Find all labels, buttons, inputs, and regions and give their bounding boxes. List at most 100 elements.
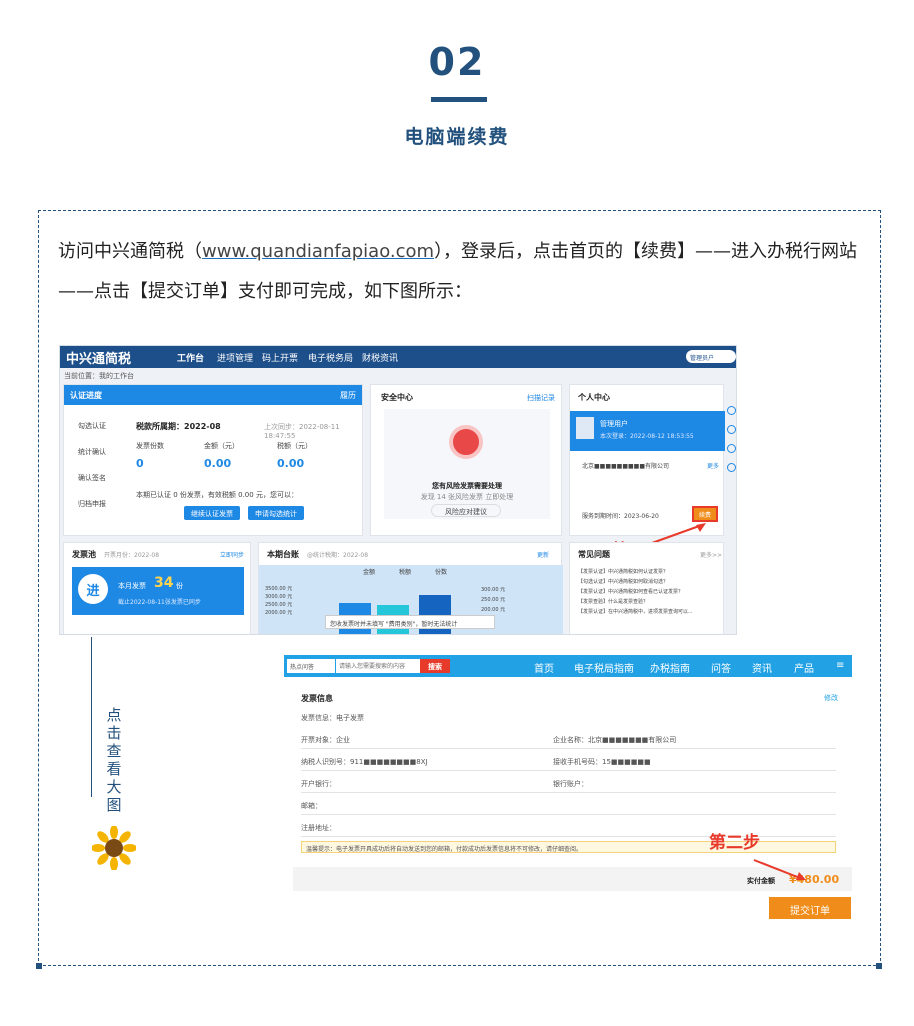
top-navbar	[60, 346, 736, 368]
edit-link[interactable]: 修改	[824, 693, 838, 703]
faq-more[interactable]: 更多>>	[700, 550, 722, 559]
step2-arrow	[753, 859, 806, 880]
section-number: 02	[428, 40, 486, 84]
screenshot-order: 热点问答 搜索 首页 电子税局指南 办税指南 问答 资讯 产品 ≡ 发票信息 修…	[284, 655, 852, 895]
invoice-pool-card: 发票池 开票月份：2022-08 立即同步 进 本月发票 34 份 截止2022…	[63, 542, 251, 634]
security-card: 安全中心 扫描记录 您有风险发票需要处理 发现 14 张风险发票 立即处理 风险…	[370, 384, 562, 536]
y2-axis: 300.00 元 250.00 元 200.00 元	[481, 587, 506, 613]
sunflower-icon	[92, 826, 136, 870]
risk-advice-button[interactable]: 风险应对建议	[431, 504, 501, 517]
section-title: 电脑端续费	[404, 126, 510, 148]
ledger-refresh[interactable]: 更新	[537, 550, 549, 559]
breadcrumb: 当前位置：我的工作台	[64, 372, 134, 380]
last-login: 本次登录：2022-08-12 18:53:55	[600, 433, 694, 440]
last-sync: 上次同步：2022-08-11 18:47:55	[264, 423, 340, 440]
company-name: 北京■■■■■■■■■有限公司	[582, 463, 670, 470]
user-name: 管理用户	[600, 420, 628, 428]
ledger-title: 本期台账	[267, 550, 299, 559]
y-axis: 3500.00 元 3000.00 元 2500.00 元 2000.00 元	[265, 586, 293, 616]
legend-amount: 金额	[363, 569, 376, 576]
invoice-count: 34	[154, 575, 174, 591]
faq-item[interactable]: 【发票认证】在中兴通简税中，进项发票查询可以...	[578, 607, 723, 617]
nav-home[interactable]: 首页	[534, 660, 554, 675]
nav-input-mgmt[interactable]: 进项管理	[217, 351, 253, 364]
faq-item[interactable]: 【发票认证】中兴通简税如何认证发票？	[578, 567, 723, 577]
val-tax: 0.00	[277, 457, 305, 470]
search-category-select[interactable]: 热点问答	[287, 659, 335, 673]
col-count: 发票份数	[136, 442, 164, 450]
enter-button[interactable]: 进	[78, 574, 108, 604]
val-count: 0	[136, 457, 144, 470]
col-amount: 金额（元）	[204, 442, 239, 450]
step2-label: 第二步	[709, 833, 760, 853]
submit-order-button[interactable]: 提交订单	[769, 897, 851, 919]
step-3[interactable]: 确认签名	[78, 473, 106, 483]
divider-line	[91, 637, 92, 797]
intro-paragraph: 访问中兴通简税（www.quandianfapiao.com），登录后，点击首页…	[58, 241, 858, 302]
col-tax: 税额（元）	[277, 442, 312, 450]
nav-tax-guide[interactable]: 办税指南	[650, 660, 690, 675]
nav-invoice[interactable]: 码上开票	[262, 351, 298, 364]
screenshot-dashboard: 中兴通简税 工作台 进项管理 码上开票 电子税务局 财税资讯 管理员户 当前位置…	[59, 345, 737, 635]
personal-title: 个人中心	[578, 393, 610, 402]
ledger-card: 本期台账 @统计税期：2022-08 更新 金额 税额 份数 3500.00 元…	[258, 542, 563, 634]
invoice-pool-title: 发票池	[72, 550, 96, 559]
security-title: 安全中心	[381, 393, 413, 402]
auth-note: 本期已认证 0 份发票，有效税额 0.00 元，您可以：	[136, 491, 298, 499]
form-row: 邮箱：	[301, 795, 836, 815]
risk-sub[interactable]: 发现 14 张风险发票 立即处理	[371, 492, 563, 502]
faq-item[interactable]: 【发票查验】什么是发票查验？	[578, 597, 723, 607]
nav-news[interactable]: 资讯	[752, 660, 772, 675]
step-2[interactable]: 统计确认	[78, 447, 106, 457]
view-large-label[interactable]: 点击查看大图	[104, 706, 124, 814]
count-unit: 份	[176, 582, 183, 590]
faq-list: 【发票认证】中兴通简税如何认证发票？ 【勾选认证】中兴通简税如何取消勾选？ 【发…	[578, 567, 723, 617]
faq-item[interactable]: 【发票认证】中兴通简税如何查看已认证发票？	[578, 587, 723, 597]
legend-tax: 税额	[399, 569, 412, 576]
frame-corner	[876, 963, 882, 969]
nav-etax-guide[interactable]: 电子税局指南	[574, 660, 634, 675]
faq-item[interactable]: 【勾选认证】中兴通简税如何取消勾选？	[578, 577, 723, 587]
feedback-icon[interactable]	[727, 463, 736, 472]
admin-badge[interactable]: 管理员户	[686, 350, 736, 363]
search-input[interactable]	[336, 659, 420, 673]
title-underline	[431, 97, 487, 102]
nav-products[interactable]: 产品	[794, 660, 814, 675]
avatar	[576, 417, 594, 439]
form-row: 开票对象：企业 企业名称：北京■■■■■■■有限公司	[301, 729, 836, 749]
menu-icon[interactable]: ≡	[836, 660, 844, 671]
invoice-type: 发票信息：电子发票	[301, 714, 364, 722]
invoice-period: 开票月份：2022-08	[104, 552, 160, 559]
chat-icon[interactable]	[727, 444, 736, 453]
nav-qa[interactable]: 问答	[711, 660, 731, 675]
nav-news[interactable]: 财税资讯	[362, 351, 398, 364]
step-4[interactable]: 归档申报	[78, 499, 106, 509]
more-link[interactable]: 更多	[707, 461, 719, 470]
renew-date: 服务到期时间：2023-06-20	[582, 513, 659, 520]
nav-etax[interactable]: 电子税务局	[308, 351, 353, 364]
site-link[interactable]: www.quandianfapiao.com	[202, 241, 434, 262]
auth-progress-card: 认证进度 履历 勾选认证 统计确认 确认签名 归档申报 税款所属期：2022-08…	[63, 384, 363, 536]
personal-center-card: 个人中心 管理用户 本次登录：2022-08-12 18:53:55 北京■■■…	[569, 384, 725, 536]
scan-log-link[interactable]: 扫描记录	[527, 393, 555, 403]
renew-button[interactable]: 续费	[692, 506, 718, 522]
apply-stats-button[interactable]: 申请勾选统计	[248, 506, 304, 520]
warning-shield-icon	[449, 425, 483, 459]
chart-tooltip: 您收发票时并未填写 "费用类别"，暂时无法统计	[325, 615, 495, 629]
legend-count: 份数	[435, 569, 448, 576]
sync-now-link[interactable]: 立即同步	[220, 550, 244, 559]
form-row: 开户银行： 银行账户：	[301, 773, 836, 793]
risk-message: 您有风险发票需要处理	[432, 482, 502, 490]
tax-period: 税款所属期：2022-08	[136, 422, 221, 431]
continue-auth-button[interactable]: 继续认证发票	[184, 506, 240, 520]
sync-note: 截止2022-08-11张发票已同步	[118, 599, 201, 606]
phone-icon[interactable]	[727, 406, 736, 415]
step-1[interactable]: 勾选认证	[78, 421, 106, 431]
frame-corner	[36, 963, 42, 969]
headset-icon[interactable]	[727, 425, 736, 434]
search-button[interactable]: 搜索	[420, 659, 450, 673]
faq-card: 常见问题 更多>> 【发票认证】中兴通简税如何认证发票？ 【勾选认证】中兴通简税…	[569, 542, 724, 634]
nav-workbench[interactable]: 工作台	[177, 351, 204, 364]
ledger-period: @统计税期：2022-08	[307, 552, 369, 559]
month-label: 本月发票	[118, 582, 146, 590]
